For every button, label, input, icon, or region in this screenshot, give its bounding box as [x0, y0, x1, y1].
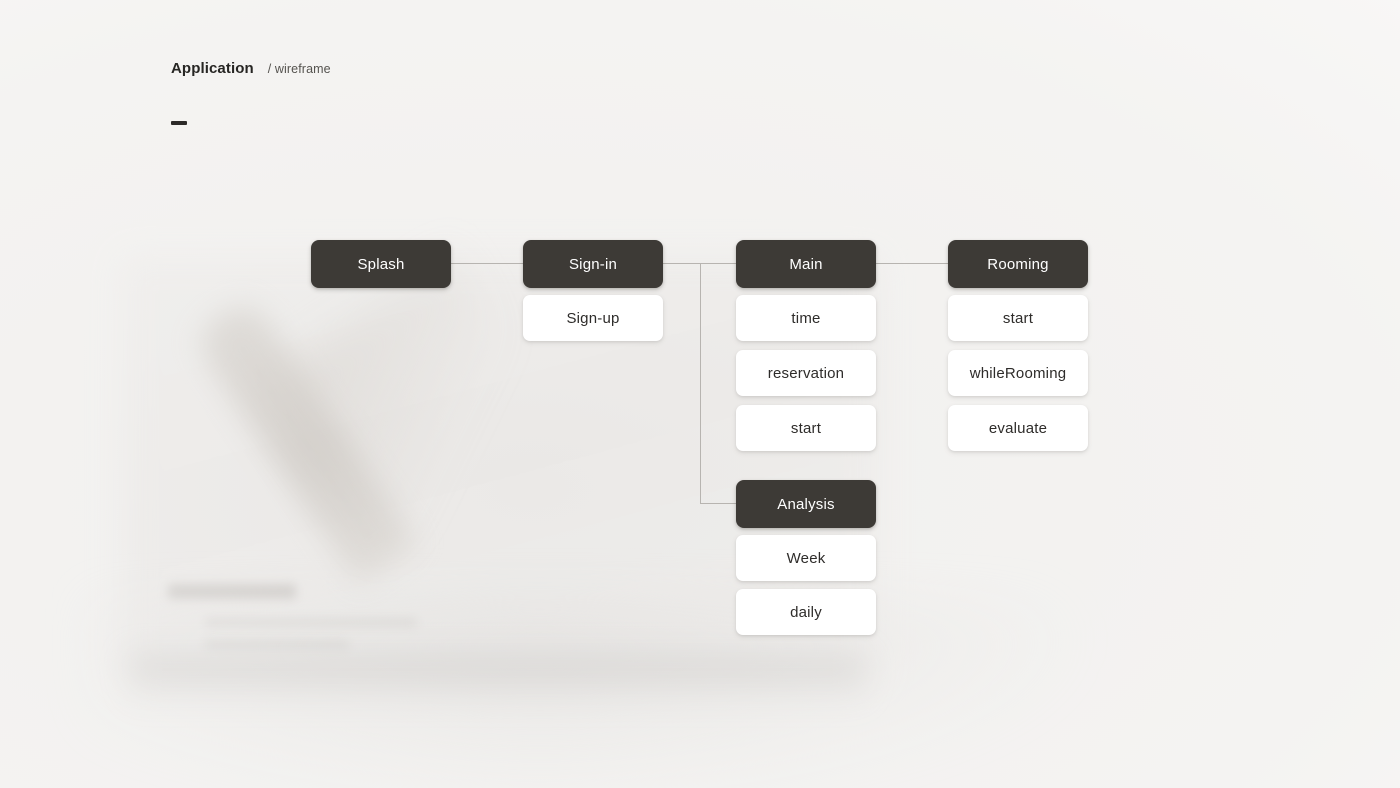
node-label: Rooming [987, 255, 1049, 273]
node-label: daily [790, 603, 822, 621]
node-label: Sign-in [568, 255, 618, 273]
node-splash[interactable]: Splash [311, 240, 451, 288]
node-label: Main [789, 255, 823, 273]
node-label: Week [786, 549, 826, 567]
node-main-start[interactable]: start [736, 405, 876, 451]
node-rooming-evaluate[interactable]: evaluate [948, 405, 1088, 451]
node-label: start [790, 419, 822, 437]
node-analysis-week[interactable]: Week [736, 535, 876, 581]
node-main-time[interactable]: time [736, 295, 876, 341]
node-sign-up[interactable]: Sign-up [523, 295, 663, 341]
node-analysis-daily[interactable]: daily [736, 589, 876, 635]
node-label: Analysis [777, 495, 835, 513]
connector-splash-to-signin [451, 263, 523, 264]
node-rooming-whilerooming[interactable]: whileRooming [948, 350, 1088, 396]
node-label: Sign-up [566, 309, 620, 327]
node-label: start [1002, 309, 1034, 327]
node-label: whileRooming [969, 364, 1067, 382]
node-main-reservation[interactable]: reservation [736, 350, 876, 396]
connector-main-to-rooming [876, 263, 948, 264]
connector-branch-vertical-analysis [700, 263, 701, 504]
node-analysis[interactable]: Analysis [736, 480, 876, 528]
connector-branch-to-analysis [700, 503, 736, 504]
node-label: reservation [767, 364, 845, 382]
node-rooming-start[interactable]: start [948, 295, 1088, 341]
node-label: time [791, 309, 821, 327]
node-sign-in[interactable]: Sign-in [523, 240, 663, 288]
node-rooming[interactable]: Rooming [948, 240, 1088, 288]
sitemap-diagram: Splash Sign-in Sign-up Main time reserva… [0, 0, 1400, 788]
node-label: evaluate [988, 419, 1048, 437]
node-label: Splash [357, 255, 405, 273]
node-main[interactable]: Main [736, 240, 876, 288]
